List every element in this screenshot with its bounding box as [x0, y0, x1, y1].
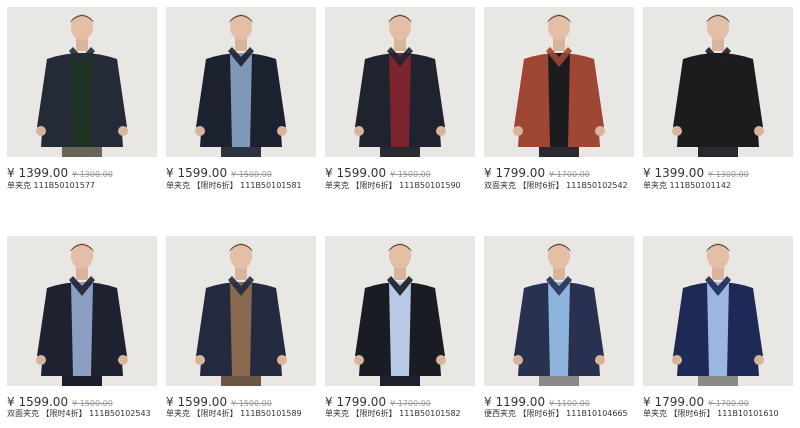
- jacket-model-photo: [166, 236, 316, 386]
- jacket-model-photo: [166, 7, 316, 157]
- original-price: ¥ 1500.00: [72, 399, 113, 408]
- product-title[interactable]: 单夹克 【限时4折】 111B50101589: [166, 408, 326, 419]
- original-price: ¥ 1300.00: [708, 170, 749, 179]
- product-image[interactable]: [7, 7, 157, 157]
- price: ¥ 1599.00: [166, 166, 228, 180]
- price-row: ¥ 1599.00 ¥ 1500.00: [325, 162, 485, 181]
- original-price: ¥ 1500.00: [231, 170, 272, 179]
- price: ¥ 1399.00: [643, 166, 705, 180]
- original-price: ¥ 1700.00: [390, 399, 431, 408]
- jacket-model-photo: [484, 7, 634, 157]
- product-image[interactable]: [484, 7, 634, 157]
- product-image[interactable]: [166, 236, 316, 386]
- original-price: ¥ 1500.00: [231, 399, 272, 408]
- price-row: ¥ 1799.00 ¥ 1700.00: [484, 162, 644, 181]
- jacket-model-photo: [7, 7, 157, 157]
- price: ¥ 1599.00: [166, 395, 228, 409]
- product-title[interactable]: 双面夹克 【限时6折】 111B50102542: [484, 180, 644, 191]
- original-price: ¥ 1300.00: [72, 170, 113, 179]
- jacket-model-photo: [325, 236, 475, 386]
- price: ¥ 1799.00: [325, 395, 387, 409]
- price: ¥ 1199.00: [484, 395, 546, 409]
- price-row: ¥ 1399.00 ¥ 1300.00: [7, 162, 167, 181]
- product-image[interactable]: [643, 7, 793, 157]
- product-image[interactable]: [325, 7, 475, 157]
- jacket-model-photo: [7, 236, 157, 386]
- jacket-model-photo: [643, 7, 793, 157]
- price: ¥ 1399.00: [7, 166, 69, 180]
- product-image[interactable]: [643, 236, 793, 386]
- jacket-model-photo: [484, 236, 634, 386]
- price: ¥ 1599.00: [7, 395, 69, 409]
- product-title[interactable]: 单夹克 【限时6折】 111B50101590: [325, 180, 485, 191]
- product-image[interactable]: [325, 236, 475, 386]
- product-image[interactable]: [166, 7, 316, 157]
- price: ¥ 1599.00: [325, 166, 387, 180]
- product-title[interactable]: 单夹克 111B50101577: [7, 180, 167, 191]
- product-title[interactable]: 双面夹克 【限时4折】 111B50102543: [7, 408, 167, 419]
- product-title[interactable]: 单夹克 【限时6折】 111B10101610: [643, 408, 800, 419]
- price-row: ¥ 1599.00 ¥ 1500.00: [166, 162, 326, 181]
- product-title[interactable]: 便西夹克 【限时6折】 111B10104665: [484, 408, 644, 419]
- product-title[interactable]: 单夹克 【限时6折】 111B50101582: [325, 408, 485, 419]
- price: ¥ 1799.00: [484, 166, 546, 180]
- jacket-model-photo: [325, 7, 475, 157]
- product-image[interactable]: [484, 236, 634, 386]
- original-price: ¥ 1100.00: [549, 399, 590, 408]
- product-title[interactable]: 单夹克 111B50101142: [643, 180, 800, 191]
- price-row: ¥ 1399.00 ¥ 1300.00: [643, 162, 800, 181]
- product-title[interactable]: 单夹克 【限时6折】 111B50101581: [166, 180, 326, 191]
- original-price: ¥ 1700.00: [549, 170, 590, 179]
- product-image[interactable]: [7, 236, 157, 386]
- product-grid: ¥ 1399.00 ¥ 1300.00 单夹克 111B50101577 ¥ 15…: [0, 0, 800, 428]
- original-price: ¥ 1500.00: [390, 170, 431, 179]
- jacket-model-photo: [643, 236, 793, 386]
- original-price: ¥ 1700.00: [708, 399, 749, 408]
- price: ¥ 1799.00: [643, 395, 705, 409]
